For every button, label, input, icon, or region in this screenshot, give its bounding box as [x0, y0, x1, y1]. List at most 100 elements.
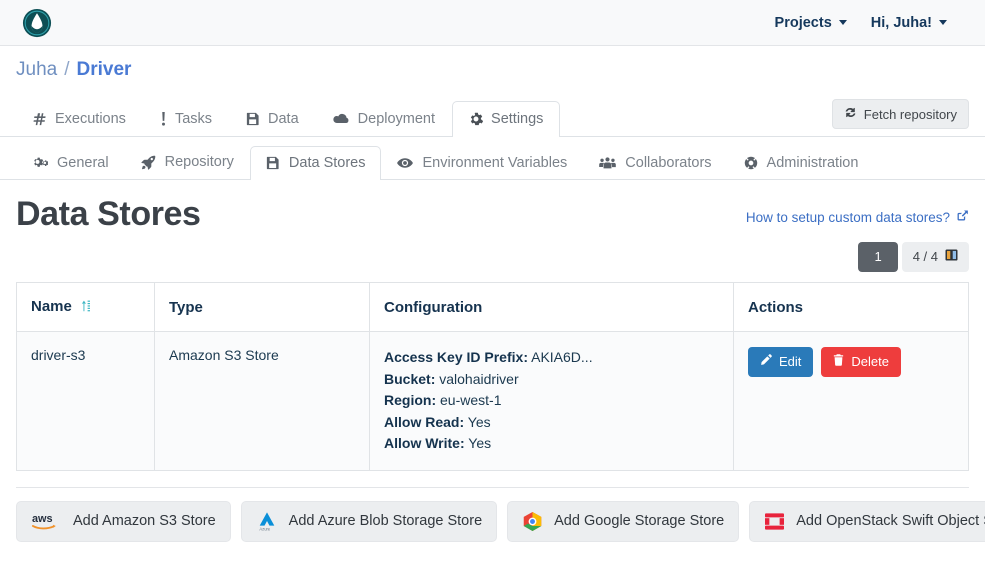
- cell-name: driver-s3: [16, 331, 155, 471]
- tab-repository-label: Repository: [164, 154, 234, 171]
- svg-text:aws: aws: [32, 513, 53, 525]
- tab-settings-label: Settings: [491, 110, 544, 127]
- add-openstack-swift-object-store-button[interactable]: Add OpenStack Swift Object Store: [749, 500, 985, 542]
- tab-data[interactable]: Data: [229, 101, 316, 137]
- floppy-disk-icon: [266, 156, 280, 170]
- primary-tab-bar: Executions Tasks Data Deployment Setting…: [0, 93, 985, 137]
- floppy-disk-icon: [246, 112, 260, 126]
- edit-button-label: Edit: [779, 354, 802, 370]
- breadcrumb: Juha / Driver: [0, 46, 985, 93]
- cell-configuration: Access Key ID Prefix: AKIA6D... Bucket: …: [369, 331, 734, 471]
- chevron-down-icon: [838, 20, 847, 25]
- config-value: Yes: [468, 435, 492, 452]
- tab-data-stores[interactable]: Data Stores: [249, 145, 382, 180]
- cell-actions: Edit Delete: [733, 331, 969, 471]
- aws-logo-icon: aws: [31, 511, 62, 531]
- config-value: eu-west-1: [440, 392, 502, 409]
- add-azure-blob-storage-store-button[interactable]: Azure Add Azure Blob Storage Store: [240, 500, 498, 542]
- config-line: Region: eu-west-1: [384, 392, 502, 409]
- trash-icon: [833, 354, 844, 370]
- column-header-type[interactable]: Type: [154, 282, 370, 333]
- columns-icon: [945, 249, 958, 265]
- fetch-repository-label: Fetch repository: [863, 106, 957, 122]
- page-title: Data Stores: [16, 195, 201, 233]
- tab-tasks[interactable]: Tasks: [143, 101, 229, 137]
- add-openstack-swift-object-store-label: Add OpenStack Swift Object Store: [796, 513, 985, 530]
- navbar-right-group: Projects Hi, Juha!: [775, 15, 969, 31]
- tab-environment-variables[interactable]: Environment Variables: [381, 146, 583, 180]
- delete-button-label: Delete: [851, 354, 889, 370]
- column-header-name-label: Name: [31, 298, 72, 316]
- tab-deployment-label: Deployment: [357, 110, 436, 127]
- projects-menu[interactable]: Projects: [775, 15, 847, 31]
- table-header-row: Name Type Configuration Actions: [16, 282, 969, 333]
- rocket-icon: [141, 155, 156, 170]
- tab-collaborators[interactable]: Collaborators: [583, 146, 727, 180]
- column-header-name[interactable]: Name: [16, 282, 155, 333]
- add-amazon-s3-store-button[interactable]: aws Add Amazon S3 Store: [16, 500, 231, 542]
- config-line: Access Key ID Prefix: AKIA6D...: [384, 349, 593, 366]
- tab-deployment[interactable]: Deployment: [316, 101, 452, 137]
- config-key: Region: [384, 392, 432, 409]
- breadcrumb-current[interactable]: Driver: [76, 59, 131, 81]
- config-key: Bucket: [384, 370, 431, 387]
- table-row: driver-s3 Amazon S3 Store Access Key ID …: [16, 331, 969, 471]
- result-count-toggle[interactable]: 4 / 4: [901, 242, 969, 273]
- result-count-label: 4 / 4: [912, 249, 938, 265]
- data-stores-table-wrap: Name Type Configuration Actions driver-s…: [0, 272, 985, 471]
- add-google-storage-store-button[interactable]: Add Google Storage Store: [507, 500, 740, 542]
- add-azure-blob-storage-store-label: Add Azure Blob Storage Store: [288, 513, 483, 530]
- google-cloud-logo-icon: [522, 511, 543, 532]
- fetch-repository-button[interactable]: Fetch repository: [831, 99, 969, 129]
- tab-collaborators-label: Collaborators: [625, 154, 712, 171]
- how-to-setup-link[interactable]: How to setup custom data stores?: [746, 209, 969, 225]
- cloud-icon: [333, 113, 350, 125]
- tab-repository[interactable]: Repository: [125, 145, 250, 179]
- pagination: 1 4 / 4: [858, 242, 969, 273]
- user-menu[interactable]: Hi, Juha!: [871, 15, 947, 31]
- tab-environment-variables-label: Environment Variables: [422, 154, 568, 171]
- config-key: Access Key ID Prefix: [384, 349, 524, 366]
- page-title-row: Data Stores How to setup custom data sto…: [0, 180, 985, 234]
- pager-row: 1 4 / 4: [0, 234, 985, 273]
- tab-administration[interactable]: Administration: [728, 146, 875, 180]
- tab-executions[interactable]: Executions: [16, 101, 143, 137]
- life-ring-icon: [744, 156, 758, 170]
- config-value: Yes: [467, 413, 491, 430]
- eye-icon: [397, 157, 414, 169]
- pencil-icon: [760, 354, 772, 370]
- edit-button[interactable]: Edit: [748, 347, 814, 377]
- how-to-setup-link-label: How to setup custom data stores?: [745, 209, 950, 225]
- data-stores-table: Name Type Configuration Actions driver-s…: [16, 282, 969, 471]
- external-link-icon: [956, 209, 969, 225]
- tab-tasks-label: Tasks: [174, 110, 213, 127]
- svg-text:Azure: Azure: [259, 526, 271, 531]
- valohai-logo-icon[interactable]: [22, 8, 52, 38]
- cogs-icon: [32, 156, 48, 169]
- add-amazon-s3-store-label: Add Amazon S3 Store: [73, 513, 216, 530]
- azure-logo-icon: Azure: [256, 511, 278, 532]
- config-key: Allow Write: [384, 435, 460, 452]
- secondary-tab-bar: General Repository Data Stores Environme…: [0, 137, 985, 180]
- tab-settings[interactable]: Settings: [452, 100, 561, 137]
- tab-administration-label: Administration: [766, 154, 859, 171]
- config-line: Allow Write: Yes: [384, 435, 492, 452]
- users-icon: [599, 157, 617, 169]
- tab-executions-label: Executions: [55, 110, 126, 127]
- tab-general-label: General: [57, 154, 109, 171]
- config-line: Bucket: valohaidriver: [384, 370, 519, 387]
- delete-button[interactable]: Delete: [821, 347, 901, 377]
- projects-menu-label: Projects: [774, 14, 832, 31]
- column-header-configuration[interactable]: Configuration: [369, 282, 734, 333]
- user-menu-label: Hi, Juha!: [870, 14, 932, 31]
- sync-icon: [844, 106, 857, 122]
- gear-icon: [469, 112, 484, 126]
- page-button-1[interactable]: 1: [858, 242, 898, 273]
- config-line: Allow Read: Yes: [384, 413, 491, 430]
- breadcrumb-root[interactable]: Juha: [16, 59, 57, 81]
- row-action-group: Edit Delete: [748, 347, 954, 377]
- openstack-logo-icon: [764, 512, 785, 531]
- exclamation-icon: [160, 111, 167, 126]
- tab-general[interactable]: General: [16, 146, 125, 180]
- config-key: Allow Read: [384, 413, 460, 430]
